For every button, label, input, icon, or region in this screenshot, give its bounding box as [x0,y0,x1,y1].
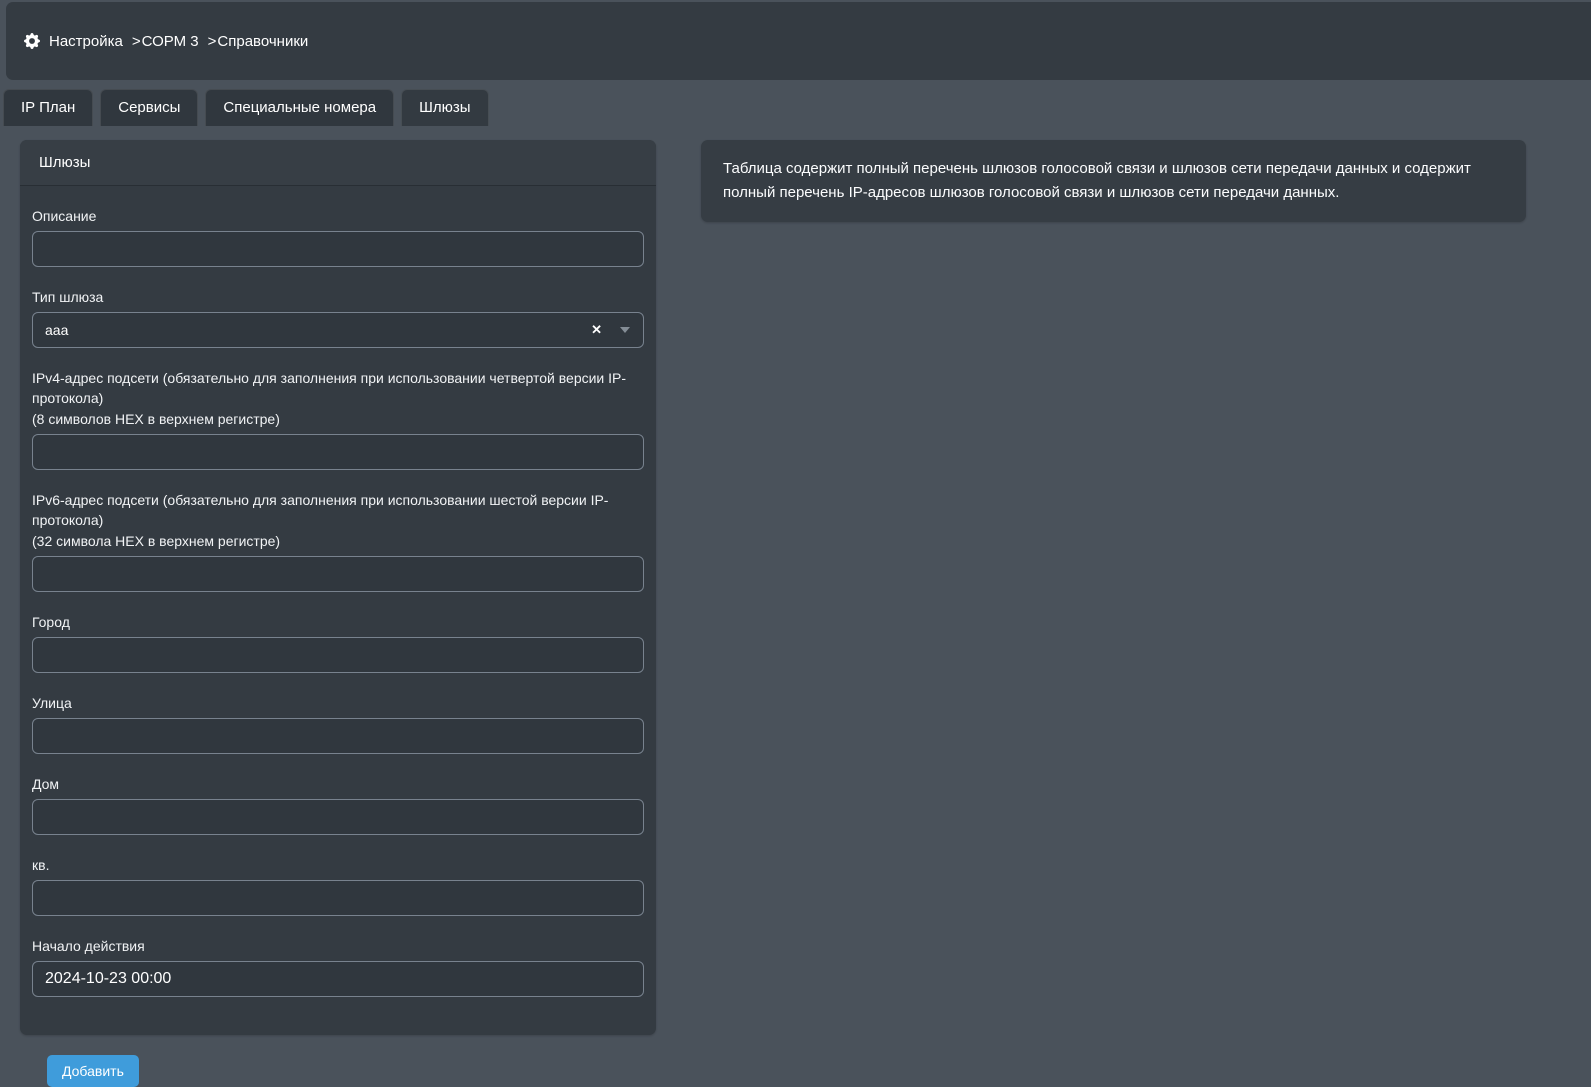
field-start-date: Начало действия [32,936,644,997]
ipv6-subnet-label: IPv6-адрес подсети (обязательно для запо… [32,490,644,530]
top-header-bar: Настройка > СОРМ 3 > Справочники [6,2,1591,80]
apartment-input[interactable] [32,880,644,916]
gear-icon [24,33,40,49]
breadcrumb-item-settings[interactable]: Настройка [49,33,123,50]
start-date-input[interactable] [32,961,644,997]
tab-ip-plan[interactable]: IP План [3,89,93,126]
city-label: Город [32,612,644,632]
tab-services[interactable]: Сервисы [100,89,198,126]
ipv6-subnet-hint: (32 символа HEX в верхнем регистре) [32,531,644,551]
field-street: Улица [32,693,644,754]
field-apartment: кв. [32,855,644,916]
breadcrumb-item-sorm3[interactable]: СОРМ 3 [142,33,199,50]
city-input[interactable] [32,637,644,673]
ipv4-subnet-hint: (8 символов HEX в верхнем регистре) [32,409,644,429]
gateway-type-label: Тип шлюза [32,287,644,307]
tab-bar: IP План Сервисы Специальные номера Шлюзы [3,89,489,126]
add-button[interactable]: Добавить [47,1055,139,1087]
description-input[interactable] [32,231,644,267]
breadcrumb-item-directories[interactable]: Справочники [217,33,308,50]
chevron-down-icon[interactable] [620,327,630,333]
description-label: Описание [32,206,644,226]
ipv6-subnet-input[interactable] [32,556,644,592]
panel-body: Описание Тип шлюза aaa ✕ IPv4-адрес подс… [20,186,656,1087]
street-input[interactable] [32,718,644,754]
house-label: Дом [32,774,644,794]
field-house: Дом [32,774,644,835]
gateway-type-select[interactable]: aaa ✕ [32,312,644,348]
field-city: Город [32,612,644,673]
panel-title: Шлюзы [20,140,656,186]
breadcrumb: Настройка > СОРМ 3 > Справочники [24,33,314,50]
field-description: Описание [32,206,644,267]
start-date-label: Начало действия [32,936,644,956]
field-gateway-type: Тип шлюза aaa ✕ [32,287,644,348]
breadcrumb-separator: > [132,33,141,50]
house-input[interactable] [32,799,644,835]
street-label: Улица [32,693,644,713]
tab-gateways[interactable]: Шлюзы [401,89,488,126]
apartment-label: кв. [32,855,644,875]
ipv4-subnet-label: IPv4-адрес подсети (обязательно для запо… [32,368,644,408]
field-ipv4-subnet: IPv4-адрес подсети (обязательно для запо… [32,368,644,470]
gateways-form-panel: Шлюзы Описание Тип шлюза aaa ✕ IPv4-адре… [20,140,656,1035]
gateway-type-selected-value: aaa [45,322,589,338]
info-panel: Таблица содержит полный перечень шлюзов … [701,140,1526,222]
tab-special-numbers[interactable]: Специальные номера [205,89,394,126]
breadcrumb-separator: > [208,33,217,50]
info-text: Таблица содержит полный перечень шлюзов … [723,157,1504,205]
clear-selection-icon[interactable]: ✕ [589,322,604,338]
ipv4-subnet-input[interactable] [32,434,644,470]
field-ipv6-subnet: IPv6-адрес подсети (обязательно для запо… [32,490,644,592]
